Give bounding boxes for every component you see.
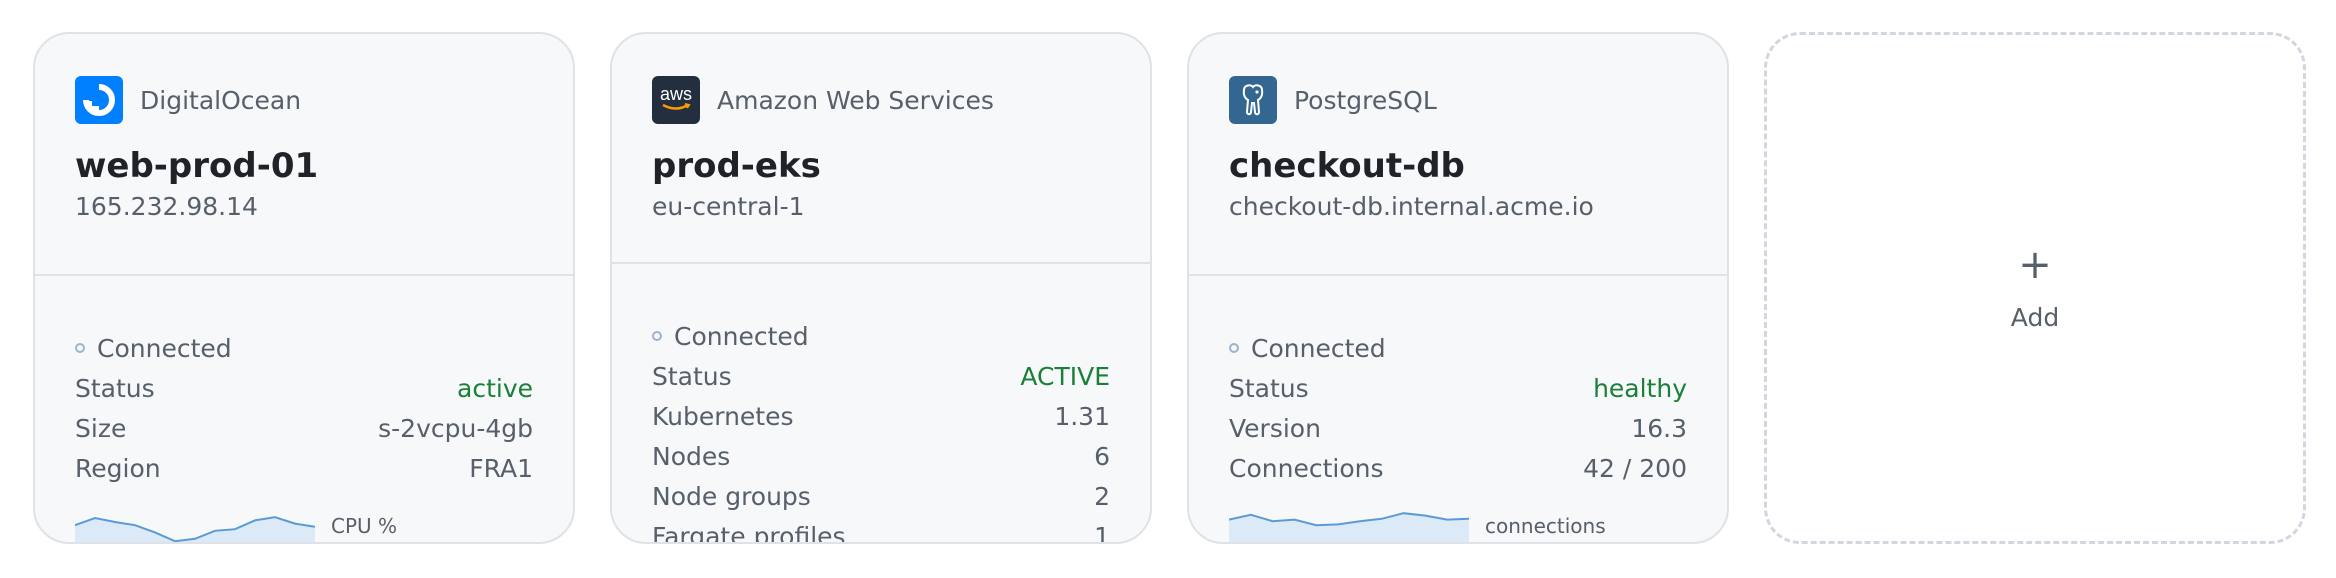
aws-logo-text: aws — [659, 84, 692, 104]
detail-value: 42 / 200 — [1583, 453, 1687, 483]
connection-dot-icon — [1229, 343, 1239, 353]
detail-row: Kubernetes 1.31 — [652, 396, 1110, 436]
resource-name: checkout-db — [1229, 146, 1465, 186]
status-value: ACTIVE — [1020, 361, 1110, 391]
detail-value: 1.31 — [1054, 401, 1110, 431]
connection-status: Connected — [1229, 328, 1687, 368]
detail-value: 1 — [1094, 521, 1110, 544]
detail-value: 2 — [1094, 481, 1110, 511]
resource-name: web-prod-01 — [75, 146, 319, 186]
connection-label: Connected — [674, 321, 809, 351]
detail-label: Nodes — [652, 441, 731, 471]
detail-row: Status ACTIVE — [652, 356, 1110, 396]
resource-card-prod-eks[interactable]: aws Amazon Web Services prod-eks eu-cent… — [610, 32, 1152, 544]
detail-row: Node groups 2 — [652, 476, 1110, 516]
plus-icon: + — [2018, 241, 2052, 288]
card-body: Connected Status active Size s-2vcpu-4gb… — [75, 328, 533, 542]
detail-label: Connections — [1229, 453, 1384, 483]
sparkline-label: CPU % — [331, 514, 398, 538]
sparkline-label: connections — [1485, 514, 1606, 538]
status-value: healthy — [1593, 373, 1687, 403]
detail-value: FRA1 — [469, 453, 533, 483]
card-header: aws Amazon Web Services prod-eks eu-cent… — [612, 34, 1150, 264]
detail-row: Size s-2vcpu-4gb — [75, 408, 533, 448]
provider-name: PostgreSQL — [1294, 85, 1437, 115]
detail-label: Kubernetes — [652, 401, 794, 431]
aws-logo-icon: aws — [652, 76, 700, 124]
detail-label: Node groups — [652, 481, 811, 511]
resource-region: eu-central-1 — [652, 192, 805, 221]
detail-value: 6 — [1094, 441, 1110, 471]
detail-row: Connections 42 / 200 — [1229, 448, 1687, 488]
add-label: Add — [2010, 302, 2060, 332]
detail-label: Fargate profiles — [652, 521, 846, 544]
sparkline-row: connections — [1229, 502, 1687, 542]
resource-card-web-prod-01[interactable]: DigitalOcean web-prod-01 165.232.98.14 C… — [33, 32, 575, 544]
connection-dot-icon — [652, 331, 662, 341]
detail-label: Version — [1229, 413, 1321, 443]
detail-value: 16.3 — [1631, 413, 1687, 443]
sparkline-row: CPU % — [75, 502, 533, 542]
detail-row: Status active — [75, 368, 533, 408]
detail-row: Fargate profiles 1 — [652, 516, 1110, 544]
detail-label: Size — [75, 413, 127, 443]
cpu-sparkline — [75, 516, 315, 542]
connection-label: Connected — [97, 333, 232, 363]
detail-label: Status — [75, 373, 155, 403]
detail-label: Status — [1229, 373, 1309, 403]
resource-address: 165.232.98.14 — [75, 192, 258, 221]
detail-row: Nodes 6 — [652, 436, 1110, 476]
detail-label: Region — [75, 453, 161, 483]
resource-card-checkout-db[interactable]: PostgreSQL checkout-db checkout-db.inter… — [1187, 32, 1729, 544]
provider: aws Amazon Web Services — [652, 76, 994, 124]
detail-row: Status healthy — [1229, 368, 1687, 408]
provider: PostgreSQL — [1229, 76, 1437, 124]
digitalocean-logo-icon — [75, 76, 123, 124]
connection-dot-icon — [75, 343, 85, 353]
detail-row: Version 16.3 — [1229, 408, 1687, 448]
provider-name: Amazon Web Services — [717, 85, 994, 115]
detail-value: s-2vcpu-4gb — [378, 413, 533, 443]
card-header: PostgreSQL checkout-db checkout-db.inter… — [1189, 34, 1727, 276]
add-resource-button[interactable]: + Add — [1764, 32, 2306, 544]
connection-status: Connected — [75, 328, 533, 368]
card-body: Connected Status ACTIVE Kubernetes 1.31 … — [652, 316, 1110, 544]
resource-name: prod-eks — [652, 146, 821, 186]
detail-label: Status — [652, 361, 732, 391]
detail-row: Region FRA1 — [75, 448, 533, 488]
card-header: DigitalOcean web-prod-01 165.232.98.14 — [35, 34, 573, 276]
connection-label: Connected — [1251, 333, 1386, 363]
postgresql-elephant-icon — [1229, 76, 1277, 124]
resource-host: checkout-db.internal.acme.io — [1229, 192, 1594, 221]
provider: DigitalOcean — [75, 76, 301, 124]
connection-status: Connected — [652, 316, 1110, 356]
status-value: active — [457, 373, 533, 403]
card-body: Connected Status healthy Version 16.3 Co… — [1229, 328, 1687, 542]
provider-name: DigitalOcean — [140, 85, 302, 115]
connections-sparkline — [1229, 512, 1469, 542]
